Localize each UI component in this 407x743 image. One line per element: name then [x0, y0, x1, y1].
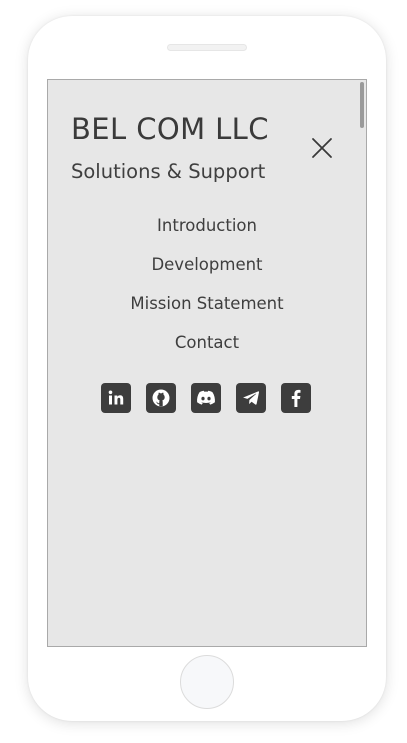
close-menu-button[interactable] — [310, 136, 334, 160]
nav-item-mission-statement[interactable]: Mission Statement — [48, 292, 366, 331]
discord-link[interactable] — [191, 383, 221, 413]
scrollbar[interactable] — [360, 82, 364, 128]
brand-title: BEL COM LLC — [71, 112, 269, 146]
nav-menu: Introduction Development Mission Stateme… — [48, 214, 366, 370]
social-links — [101, 383, 311, 413]
linkedin-link[interactable] — [101, 383, 131, 413]
phone-frame: BEL COM LLC Solutions & Support Introduc… — [28, 16, 386, 721]
nav-item-contact[interactable]: Contact — [48, 331, 366, 370]
linkedin-icon — [108, 390, 124, 405]
discord-icon — [197, 390, 215, 405]
nav-item-development[interactable]: Development — [48, 253, 366, 292]
facebook-link[interactable] — [281, 383, 311, 413]
github-icon — [152, 389, 170, 407]
brand-subtitle: Solutions & Support — [71, 160, 266, 183]
mobile-nav-overlay: BEL COM LLC Solutions & Support Introduc… — [47, 79, 367, 647]
telegram-icon — [243, 391, 260, 405]
telegram-link[interactable] — [236, 383, 266, 413]
home-button[interactable] — [180, 655, 234, 709]
github-link[interactable] — [146, 383, 176, 413]
nav-item-introduction[interactable]: Introduction — [48, 214, 366, 253]
close-icon — [312, 138, 332, 158]
phone-speaker — [167, 44, 247, 51]
facebook-icon — [291, 389, 301, 407]
